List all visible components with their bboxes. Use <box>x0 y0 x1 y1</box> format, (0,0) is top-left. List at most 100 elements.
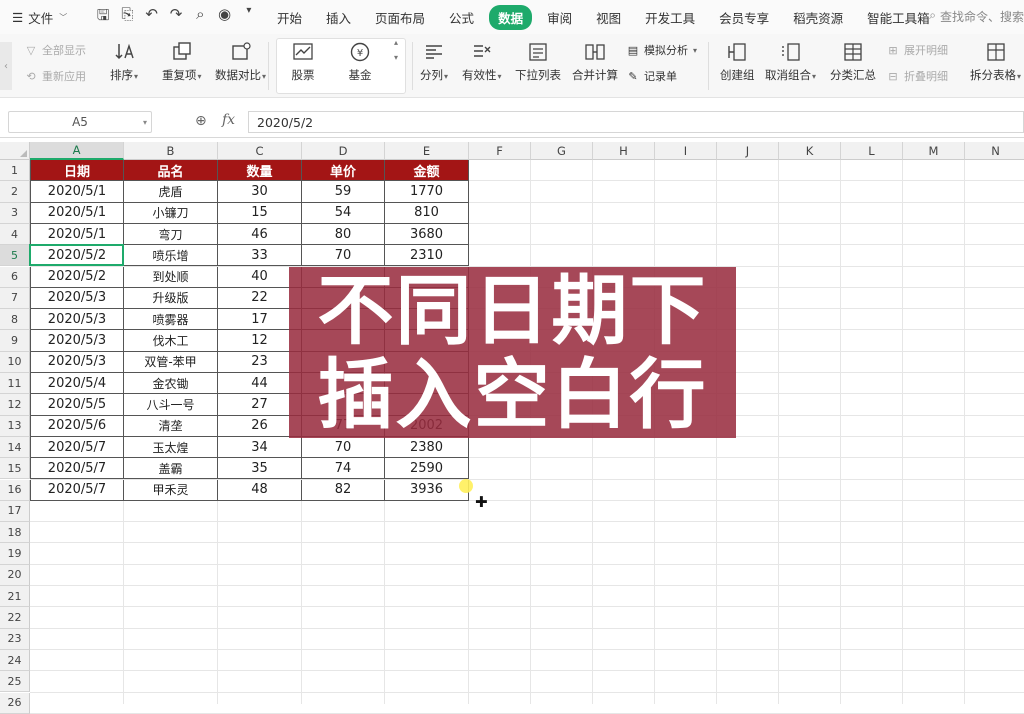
table-cell[interactable]: 1770 <box>385 181 469 203</box>
column-header-h[interactable]: H <box>593 142 655 160</box>
table-cell[interactable]: 810 <box>385 202 469 224</box>
scroll-down-icon[interactable]: ▾ <box>394 53 398 62</box>
tab-1[interactable]: 插入 <box>317 5 360 30</box>
table-cell[interactable]: 59 <box>302 181 385 203</box>
table-cell[interactable]: 双管-苯甲 <box>124 351 218 373</box>
row-header-6[interactable]: 6 <box>0 266 30 288</box>
fx-icon[interactable]: fx <box>222 112 235 128</box>
row-header-10[interactable]: 10 <box>0 351 30 373</box>
tab-5[interactable]: 审阅 <box>538 5 581 30</box>
tab-0[interactable]: 开始 <box>268 5 311 30</box>
table-cell[interactable]: 48 <box>218 479 302 501</box>
table-cell[interactable]: 2020/5/2 <box>30 266 124 288</box>
simulation-button[interactable]: ▤ 模拟分析 ▾ <box>626 42 697 58</box>
row-header-22[interactable]: 22 <box>0 607 30 629</box>
tab-7[interactable]: 开发工具 <box>636 5 704 30</box>
name-box[interactable]: A5 ▾ <box>8 111 152 133</box>
chevron-down-icon[interactable]: ▾ <box>143 118 147 127</box>
print-preview-icon[interactable]: ⌕ <box>193 5 207 30</box>
table-cell[interactable]: 金农锄 <box>124 373 218 395</box>
show-all-button[interactable]: ▽ 全部显示 <box>24 42 86 58</box>
column-header-k[interactable]: K <box>779 142 841 160</box>
tab-6[interactable]: 视图 <box>587 5 630 30</box>
row-header-21[interactable]: 21 <box>0 586 30 608</box>
tab-8[interactable]: 会员专享 <box>710 5 778 30</box>
table-cell[interactable]: 弯刀 <box>124 223 218 246</box>
collapse-detail-button[interactable]: ⊟ 折叠明细 <box>886 68 948 84</box>
split-column-button[interactable]: 分列▾ <box>420 40 448 83</box>
select-all-corner[interactable] <box>0 142 30 160</box>
table-cell[interactable]: 2020/5/1 <box>30 202 124 224</box>
camera-icon[interactable]: ◉ <box>217 5 231 30</box>
duplicates-button[interactable]: 重复项▾ <box>162 40 202 83</box>
record-button[interactable]: ✎ 记录单 <box>626 68 677 84</box>
row-header-9[interactable]: 9 <box>0 330 30 352</box>
table-cell[interactable]: 八斗一号 <box>124 394 218 416</box>
table-cell[interactable]: 74 <box>302 458 385 480</box>
row-header-20[interactable]: 20 <box>0 564 30 586</box>
scroll-up-icon[interactable]: ▴ <box>394 38 398 47</box>
row-header-1[interactable]: 1 <box>0 160 30 182</box>
column-header-f[interactable]: F <box>469 142 531 160</box>
column-header-g[interactable]: G <box>531 142 593 160</box>
table-cell[interactable]: 2020/5/3 <box>30 330 124 352</box>
tab-10[interactable]: 智能工具箱 <box>858 5 939 30</box>
expand-detail-button[interactable]: ⊞ 展开明细 <box>886 42 948 58</box>
column-header-j[interactable]: J <box>717 142 779 160</box>
create-group-button[interactable]: 创建组 <box>720 40 755 83</box>
row-header-3[interactable]: 3 <box>0 202 30 224</box>
table-header-cell[interactable]: 金额 <box>385 160 469 182</box>
row-header-8[interactable]: 8 <box>0 309 30 331</box>
split-table-button[interactable]: 拆分表格▾ <box>970 40 1021 83</box>
column-header-m[interactable]: M <box>903 142 965 160</box>
table-cell[interactable]: 3936 <box>385 479 469 501</box>
reapply-button[interactable]: ⟲ 重新应用 <box>24 68 86 84</box>
table-header-cell[interactable]: 日期 <box>30 160 124 182</box>
row-header-5[interactable]: 5 <box>0 245 30 267</box>
row-header-26[interactable]: 26 <box>0 692 30 714</box>
table-cell[interactable]: 到处顺 <box>124 266 218 288</box>
row-header-24[interactable]: 24 <box>0 649 30 672</box>
row-header-14[interactable]: 14 <box>0 436 30 459</box>
table-cell[interactable]: 虎盾 <box>124 181 218 203</box>
table-cell[interactable]: 46 <box>218 223 302 246</box>
column-header-b[interactable]: B <box>124 142 218 160</box>
undo-icon[interactable]: ↶ <box>145 5 159 30</box>
table-cell[interactable]: 15 <box>218 202 302 224</box>
table-cell[interactable]: 2380 <box>385 436 469 459</box>
row-header-23[interactable]: 23 <box>0 628 30 650</box>
subtotal-button[interactable]: 分类汇总 <box>830 40 876 83</box>
table-cell[interactable]: 33 <box>218 245 302 267</box>
table-cell[interactable]: 小镰刀 <box>124 202 218 224</box>
table-cell[interactable]: 30 <box>218 181 302 203</box>
tab-2[interactable]: 页面布局 <box>366 5 434 30</box>
table-header-cell[interactable]: 品名 <box>124 160 218 182</box>
row-header-2[interactable]: 2 <box>0 181 30 203</box>
row-header-25[interactable]: 25 <box>0 671 30 693</box>
save-icon[interactable]: 🖫 <box>96 5 110 30</box>
stock-panel-scroll[interactable]: ▴ ▾ <box>394 38 398 62</box>
table-cell[interactable]: 2020/5/7 <box>30 479 124 501</box>
table-cell[interactable]: 34 <box>218 436 302 459</box>
table-cell[interactable]: 82 <box>302 479 385 501</box>
ungroup-button[interactable]: 取消组合▾ <box>765 40 816 83</box>
table-cell[interactable]: 3680 <box>385 223 469 246</box>
column-header-n[interactable]: N <box>965 142 1024 160</box>
table-cell[interactable]: 35 <box>218 458 302 480</box>
column-header-d[interactable]: D <box>302 142 385 160</box>
table-header-cell[interactable]: 数量 <box>218 160 302 182</box>
table-cell[interactable]: 70 <box>302 245 385 267</box>
validity-button[interactable]: 有效性▾ <box>462 40 502 83</box>
row-header-19[interactable]: 19 <box>0 543 30 565</box>
table-cell[interactable]: 2590 <box>385 458 469 480</box>
customize-chevron-icon[interactable]: ▾ <box>242 5 256 30</box>
tab-9[interactable]: 稻壳资源 <box>784 5 852 30</box>
merge-calc-button[interactable]: 合并计算 <box>572 40 618 83</box>
row-header-17[interactable]: 17 <box>0 500 30 523</box>
table-cell[interactable]: 清垄 <box>124 415 218 437</box>
row-header-11[interactable]: 11 <box>0 373 30 395</box>
table-cell[interactable]: 2020/5/7 <box>30 436 124 459</box>
table-header-cell[interactable]: 单价 <box>302 160 385 182</box>
row-header-13[interactable]: 13 <box>0 415 30 437</box>
column-header-a[interactable]: A <box>30 142 124 160</box>
